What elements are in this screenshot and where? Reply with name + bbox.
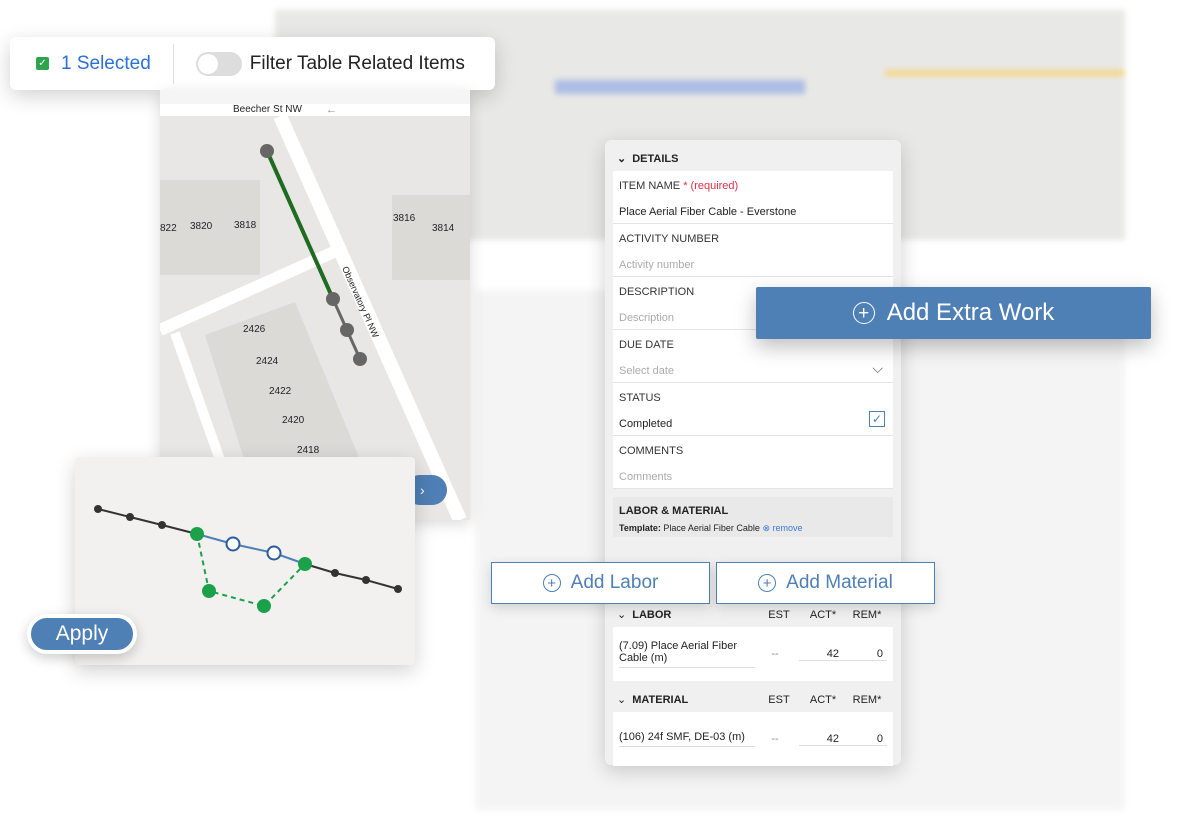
activity-number-field[interactable]: ACTIVITY NUMBER Activity number [613, 224, 893, 277]
details-section-header[interactable]: ⌄ DETAILS [613, 146, 893, 171]
chevron-down-icon: ⌄ [617, 153, 627, 165]
checkbox-icon[interactable]: ✓ [36, 57, 49, 70]
plus-circle-icon: + [542, 574, 561, 592]
map-label: 2420 [282, 415, 305, 426]
material-remaining-input[interactable]: 0 [843, 733, 887, 746]
map-label: 2422 [269, 386, 292, 397]
filter-toggle[interactable] [195, 51, 242, 76]
node[interactable] [94, 505, 102, 513]
new-node[interactable] [257, 599, 271, 613]
chevron-down-icon: ⌄ [617, 694, 627, 706]
item-details-form: ⌄ DETAILS ITEM NAME * (required) Place Ae… [605, 140, 901, 766]
filter-label: Filter Table Related Items [249, 52, 465, 74]
chevron-down-icon: ⌄ [617, 609, 627, 621]
chevron-right-icon: › [420, 482, 425, 498]
material-row: (106) 24f SMF, DE-03 (m) -- 42 0 [613, 712, 893, 766]
add-extra-work-button[interactable]: + Add Extra Work [756, 287, 1151, 339]
map-label: 2426 [243, 324, 266, 335]
labor-material-section: LABOR & MATERIAL Template: Place Aerial … [613, 497, 893, 537]
labor-remaining-input[interactable]: 0 [843, 648, 887, 661]
map-label: 3816 [393, 213, 416, 224]
map-label: 822 [160, 223, 177, 234]
material-header[interactable]: ⌄ MATERIAL EST ACT* REM* [613, 687, 893, 712]
labor-row: (7.09) Place Aerial Fiber Cable (m) -- 4… [613, 627, 893, 681]
add-material-button[interactable]: + Add Material [716, 562, 935, 604]
node[interactable] [394, 585, 402, 593]
removed-node[interactable] [225, 536, 241, 552]
apply-button[interactable]: Apply [27, 614, 137, 654]
street-label-beecher: Beecher St NW [233, 104, 302, 115]
status-field[interactable]: STATUS Completed ✓ [613, 383, 893, 436]
new-node[interactable] [190, 527, 204, 541]
map-label: 3820 [190, 221, 213, 232]
pole-node[interactable] [326, 292, 340, 306]
chevron-down-icon[interactable]: ⌵ [872, 360, 883, 377]
map-label: 3818 [234, 220, 257, 231]
map-view[interactable]: Beecher St NW ← 822 3820 3818 3816 3814 … [157, 90, 470, 523]
labor-actual-input[interactable]: 42 [799, 648, 843, 661]
material-actual-input[interactable]: 42 [799, 733, 843, 746]
pole-node[interactable] [353, 352, 367, 366]
new-node[interactable] [202, 584, 216, 598]
plus-circle-icon: + [758, 574, 777, 592]
plus-circle-icon: + [852, 302, 875, 324]
pole-node[interactable] [340, 323, 354, 337]
comments-field[interactable]: COMMENTS Comments [613, 436, 893, 489]
labor-header[interactable]: ⌄ LABOR EST ACT* REM* [613, 602, 893, 627]
node[interactable] [158, 521, 166, 529]
node[interactable] [331, 569, 339, 577]
direction-arrow-icon: ← [326, 104, 337, 116]
selection-toolbar: ✓ 1 Selected Filter Table Related Items [10, 37, 495, 90]
selected-count[interactable]: 1 Selected [61, 53, 151, 75]
status-checkbox[interactable]: ✓ [869, 411, 885, 427]
removed-node[interactable] [266, 545, 282, 561]
pole-node[interactable] [260, 144, 274, 158]
item-name-field[interactable]: ITEM NAME * (required) Place Aerial Fibe… [613, 171, 893, 224]
remove-template-link[interactable]: ⊗ remove [762, 523, 802, 533]
map-label: 3814 [432, 223, 455, 234]
node[interactable] [126, 513, 134, 521]
add-labor-button[interactable]: + Add Labor [491, 562, 710, 604]
new-node[interactable] [298, 557, 312, 571]
node[interactable] [362, 576, 370, 584]
divider [172, 43, 174, 84]
map-label: 2424 [256, 356, 279, 367]
map-label: 2418 [297, 445, 320, 456]
